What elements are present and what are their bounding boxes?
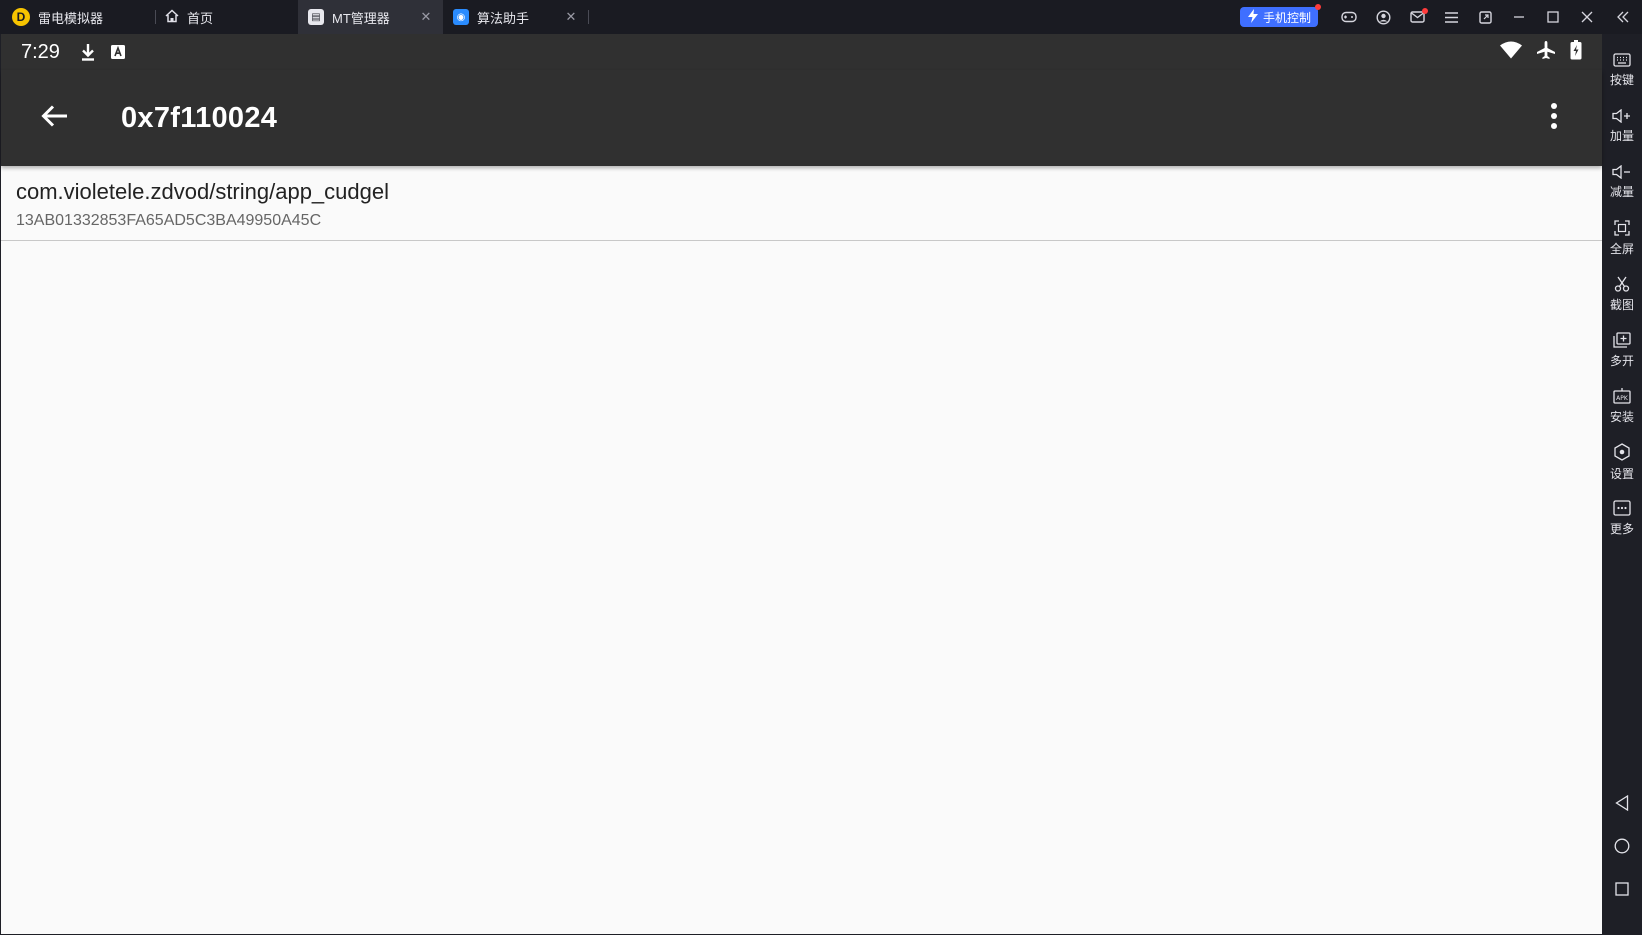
home-icon — [165, 8, 179, 26]
sidebar-item-label: 按键 — [1609, 72, 1634, 87]
tab-home[interactable]: 首页 — [155, 0, 298, 34]
menu-icon[interactable] — [1434, 0, 1468, 34]
mt-app-icon: ▤ — [308, 9, 324, 25]
minimize-icon[interactable] — [1502, 0, 1536, 34]
wifi-icon — [1500, 41, 1522, 64]
scissors-icon — [1614, 276, 1630, 292]
tab-close-icon[interactable]: ✕ — [564, 9, 578, 25]
gamepad-icon[interactable] — [1332, 0, 1366, 34]
sidebar-item-volume-up[interactable]: 加量 — [1602, 98, 1642, 154]
nav-home-button[interactable] — [1602, 838, 1642, 859]
emulator-sidebar: 按键 加量 减量 全屏 截图 多开 APK 安装 设置 更多 — [1602, 34, 1642, 935]
nav-recents-icon — [1615, 882, 1629, 901]
phone-control-label: 手机控制 — [1262, 10, 1311, 25]
download-icon — [80, 43, 96, 61]
android-statusbar: 7:29 — [1, 34, 1602, 70]
tab-close-icon[interactable]: ✕ — [419, 9, 433, 25]
sidebar-item-more[interactable]: 更多 — [1602, 490, 1642, 546]
apk-install-icon: APK — [1613, 387, 1631, 404]
back-button[interactable] — [27, 90, 83, 146]
nav-recents-button[interactable] — [1602, 882, 1642, 901]
settings-icon — [1613, 442, 1631, 461]
tab-separator — [155, 10, 156, 24]
overflow-menu-button[interactable] — [1530, 94, 1578, 142]
arrow-back-icon — [41, 104, 69, 133]
nav-back-button[interactable] — [1602, 794, 1642, 816]
emulator-titlebar: D 雷电模拟器 首页 ▤ MT管理器 ✕ ◉ 算法助手 ✕ 手机控制 — [0, 0, 1642, 34]
font-a-icon — [110, 44, 126, 60]
notification-dot — [1422, 8, 1428, 14]
tab-separator — [588, 10, 589, 24]
more-icon — [1613, 499, 1631, 516]
tab-label: 首页 — [187, 10, 214, 26]
close-icon[interactable] — [1570, 0, 1604, 34]
sidebar-tools: 按键 加量 减量 全屏 截图 多开 APK 安装 设置 更多 — [1602, 42, 1642, 546]
mail-icon[interactable] — [1400, 0, 1434, 34]
tab-label: 算法助手 — [477, 10, 530, 26]
app-toolbar: 0x7f110024 — [1, 70, 1602, 166]
sidebar-item-label: 更多 — [1609, 521, 1634, 536]
sidebar-item-install[interactable]: APK 安装 — [1602, 378, 1642, 434]
volume-up-icon — [1612, 108, 1632, 123]
sidebar-item-label: 安装 — [1609, 409, 1634, 424]
maximize-icon[interactable] — [1536, 0, 1570, 34]
titlebar-controls: 手机控制 — [1239, 0, 1642, 34]
volume-down-icon — [1612, 164, 1632, 179]
screen-icon[interactable] — [1468, 0, 1502, 34]
resource-path: com.violetele.zdvod/string/app_cudgel — [16, 179, 390, 204]
status-clock: 7:29 — [21, 40, 60, 63]
sidebar-item-screenshot[interactable]: 截图 — [1602, 266, 1642, 322]
keyboard-icon — [1613, 52, 1631, 67]
battery-charging-icon — [1570, 39, 1582, 65]
app-name: 雷电模拟器 — [38, 10, 104, 26]
sidebar-item-label: 设置 — [1609, 466, 1634, 481]
algo-app-icon: ◉ — [453, 9, 469, 25]
collapse-sidebar-icon[interactable] — [1604, 0, 1642, 34]
resource-list: com.violetele.zdvod/string/app_cudgel 13… — [1, 166, 1602, 241]
airplane-icon — [1536, 40, 1556, 65]
nav-home-icon — [1614, 838, 1630, 859]
sidebar-item-multi-open[interactable]: 多开 — [1602, 322, 1642, 378]
phone-control-button[interactable]: 手机控制 — [1239, 4, 1321, 27]
account-icon[interactable] — [1366, 0, 1400, 34]
sidebar-item-fullscreen[interactable]: 全屏 — [1602, 210, 1642, 266]
tab-mt-manager[interactable]: ▤ MT管理器 ✕ — [298, 0, 443, 34]
leidian-logo-icon: D — [12, 8, 30, 26]
sidebar-item-keys[interactable]: 按键 — [1602, 42, 1642, 98]
sidebar-item-label: 全屏 — [1609, 241, 1634, 256]
fullscreen-icon — [1614, 219, 1630, 236]
emulator-window: D 雷电模拟器 首页 ▤ MT管理器 ✕ ◉ 算法助手 ✕ 手机控制 7:29 … — [0, 0, 1642, 935]
sidebar-item-label: 加量 — [1609, 128, 1634, 143]
tab-algo-helper[interactable]: ◉ 算法助手 ✕ — [443, 0, 588, 34]
resource-value: 13AB01332853FA65AD5C3BA49950A45C — [16, 212, 322, 229]
sidebar-item-settings[interactable]: 设置 — [1602, 434, 1642, 490]
page-title: 0x7f110024 — [121, 101, 278, 134]
android-screen: 7:29 0x7f110024 com.violetele.zdvod/stri… — [1, 34, 1602, 934]
svg-text:APK: APK — [1616, 395, 1629, 402]
multi-instance-icon — [1613, 331, 1631, 348]
list-item[interactable]: com.violetele.zdvod/string/app_cudgel 13… — [1, 166, 1602, 241]
notification-dot — [1315, 4, 1321, 10]
sidebar-item-label: 多开 — [1609, 353, 1634, 368]
status-right-icons — [1500, 39, 1582, 65]
more-vert-icon — [1550, 102, 1558, 135]
sidebar-item-volume-down[interactable]: 减量 — [1602, 154, 1642, 210]
tab-label: MT管理器 — [332, 10, 390, 26]
lightning-icon — [1247, 8, 1259, 26]
sidebar-item-label: 截图 — [1609, 297, 1634, 312]
app-brand: D 雷电模拟器 — [0, 0, 155, 34]
nav-back-icon — [1615, 794, 1629, 816]
sidebar-item-label: 减量 — [1609, 184, 1634, 199]
